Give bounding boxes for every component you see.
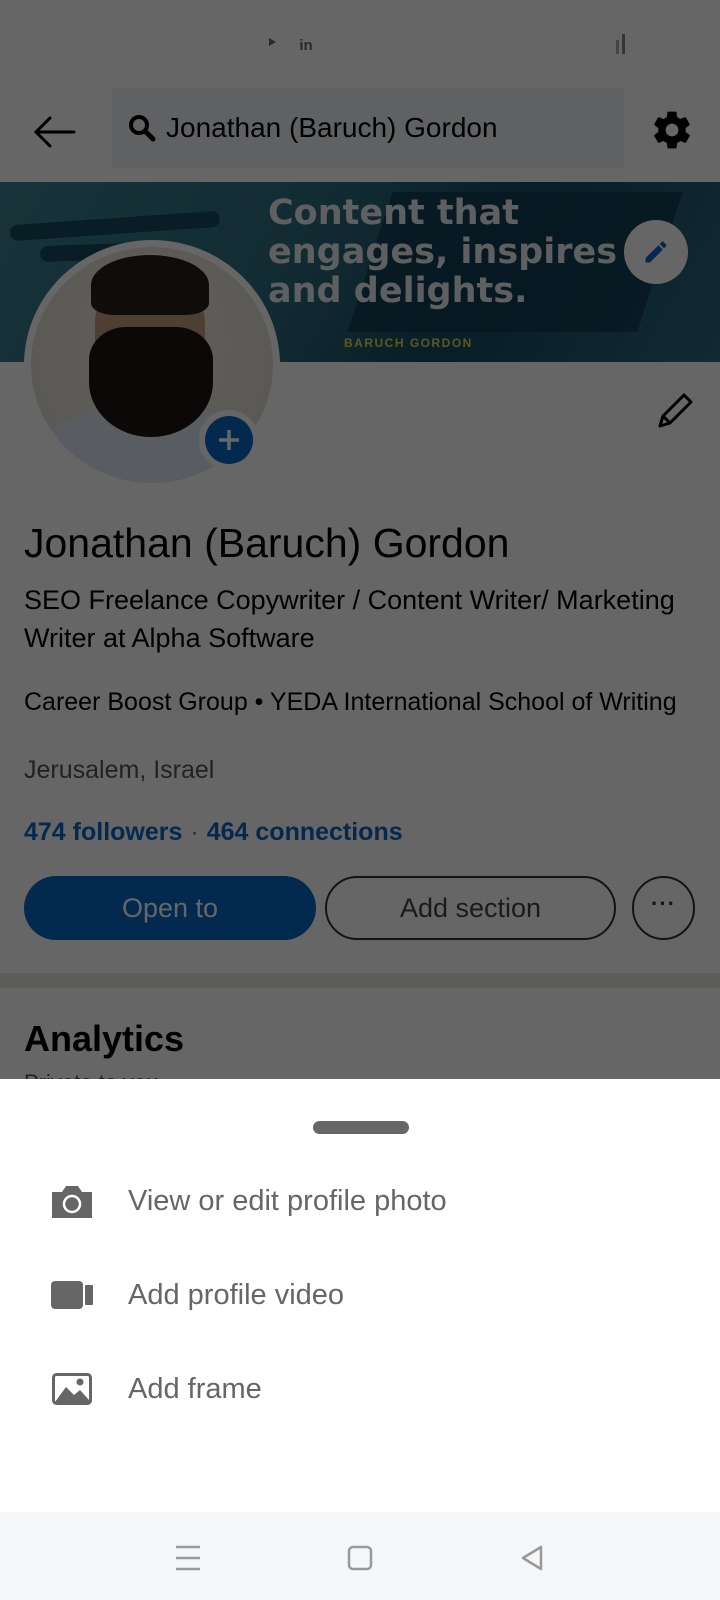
video-camera-icon	[51, 1277, 93, 1313]
triangle-back-icon	[521, 1545, 543, 1571]
image-frame-icon	[51, 1371, 93, 1407]
option-label: Add frame	[128, 1372, 262, 1405]
square-icon	[347, 1545, 373, 1571]
drag-handle[interactable]	[313, 1121, 409, 1134]
add-profile-video-option[interactable]: Add profile video	[0, 1247, 720, 1343]
add-frame-option[interactable]: Add frame	[0, 1341, 720, 1437]
modal-scrim[interactable]	[0, 0, 720, 1080]
option-label: Add profile video	[128, 1278, 345, 1311]
system-back-button[interactable]	[510, 1536, 554, 1580]
home-button[interactable]	[338, 1536, 382, 1580]
recent-apps-button[interactable]	[166, 1536, 210, 1580]
view-edit-photo-option[interactable]: View or edit profile photo	[0, 1153, 720, 1249]
menu-lines-icon	[176, 1545, 200, 1571]
camera-icon	[51, 1183, 93, 1219]
option-label: View or edit profile photo	[128, 1184, 447, 1217]
system-nav-bar	[0, 1512, 720, 1600]
profile-photo-bottom-sheet: View or edit profile photo Add profile v…	[0, 1079, 720, 1512]
